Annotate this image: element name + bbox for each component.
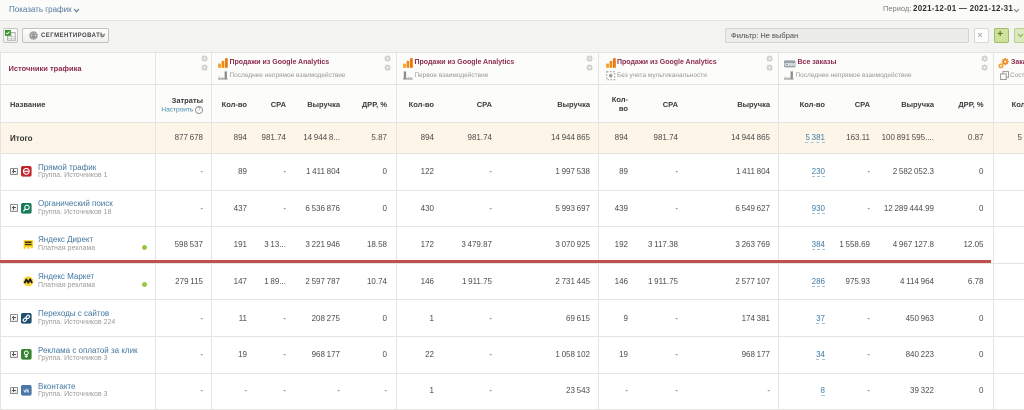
svg-text:vk: vk (23, 389, 29, 395)
svg-text:CRM: CRM (785, 61, 796, 66)
